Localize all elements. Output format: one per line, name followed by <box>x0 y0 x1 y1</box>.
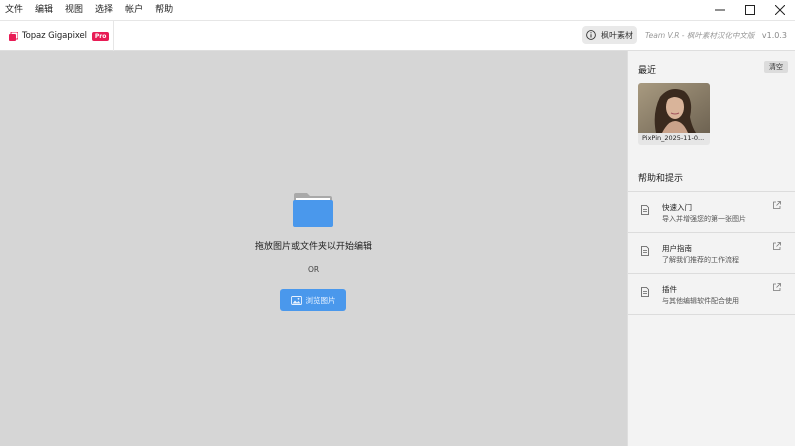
recent-file-card[interactable]: PixPin_2025-11-0... <box>638 83 710 145</box>
help-item-subtitle: 了解我们推荐的工作流程 <box>662 256 739 264</box>
help-item-title: 插件 <box>662 285 677 294</box>
info-icon <box>586 30 596 40</box>
menu-file[interactable]: 文件 <box>0 0 29 20</box>
pro-badge: Pro <box>91 31 110 41</box>
minimize-button[interactable] <box>705 0 735 20</box>
recent-file-name: PixPin_2025-11-0... <box>642 134 705 142</box>
external-link-icon <box>773 201 781 209</box>
document-icon <box>641 246 649 256</box>
document-icon <box>641 287 649 297</box>
help-item-title: 用户指南 <box>662 244 692 253</box>
help-divider <box>628 314 795 315</box>
help-item-plugins[interactable]: 插件 与其他编辑软件配合使用 <box>628 273 795 314</box>
team-credit: Team V.R - 枫叶素材汉化中文版 <box>645 31 755 40</box>
help-title: 帮助和提示 <box>638 174 684 184</box>
browse-images-label: 浏览图片 <box>305 295 336 305</box>
help-item-subtitle: 导入并增强您的第一张图片 <box>662 215 746 223</box>
version-label: v1.0.3 <box>761 31 787 40</box>
app-header: Topaz Gigapixel Pro 枫叶素材 Team V.R - 枫叶素材… <box>0 20 795 51</box>
menu-select[interactable]: 选择 <box>89 0 119 20</box>
maple-material-button[interactable]: 枫叶素材 <box>582 26 637 44</box>
topaz-logo-icon <box>9 31 18 41</box>
window-controls <box>705 0 795 20</box>
recent-title: 最近 <box>638 66 657 76</box>
or-separator: OR <box>307 265 320 274</box>
maximize-button[interactable] <box>735 0 765 20</box>
recent-thumbnail <box>638 83 710 133</box>
help-item-quick-start[interactable]: 快速入门 导入并增强您的第一张图片 <box>628 191 795 232</box>
menu-bar: 文件 编辑 视图 选择 帐户 帮助 <box>0 0 795 20</box>
external-link-icon <box>773 283 781 291</box>
drop-instruction: 拖放图片或文件夹以开始编辑 <box>254 242 372 252</box>
maple-material-label: 枫叶素材 <box>601 30 633 40</box>
image-icon <box>290 295 302 305</box>
minimize-icon <box>715 9 725 11</box>
document-icon <box>641 205 649 215</box>
help-item-user-guide[interactable]: 用户指南 了解我们推荐的工作流程 <box>628 232 795 273</box>
brand-name: Topaz Gigapixel <box>22 31 87 41</box>
menu-help[interactable]: 帮助 <box>149 0 179 20</box>
close-button[interactable] <box>765 0 795 20</box>
browse-images-button[interactable]: 浏览图片 <box>280 289 346 311</box>
menu-view[interactable]: 视图 <box>59 0 89 20</box>
external-link-icon <box>773 242 781 250</box>
help-item-title: 快速入门 <box>662 203 692 212</box>
brand: Topaz Gigapixel Pro <box>0 21 114 51</box>
close-icon <box>775 5 785 15</box>
side-panel: 最近 清空 PixPin_2025-11-0... 帮助和提示 快速入门 导入并… <box>627 51 795 446</box>
clear-recent-button[interactable]: 清空 <box>764 61 788 73</box>
menu-edit[interactable]: 编辑 <box>29 0 59 20</box>
menu-account[interactable]: 帐户 <box>119 0 149 20</box>
drop-zone[interactable]: 拖放图片或文件夹以开始编辑 OR 浏览图片 <box>0 51 627 446</box>
help-item-subtitle: 与其他编辑软件配合使用 <box>662 297 739 305</box>
folder-icon <box>293 193 333 227</box>
maximize-icon <box>745 5 755 15</box>
